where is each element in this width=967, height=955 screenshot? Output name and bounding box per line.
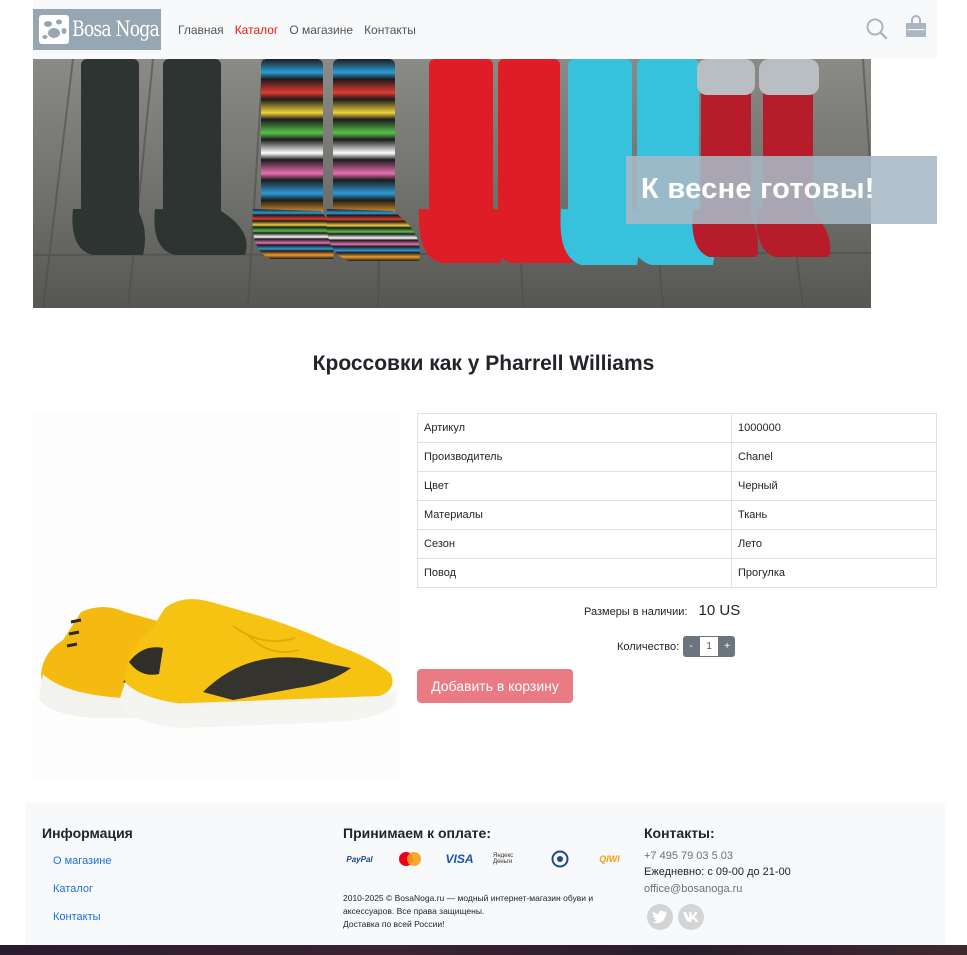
spec-key: Повод [417,558,732,588]
footer-contacts-title: Контакты: [644,825,715,841]
logo-text: Bosa Noga [72,17,160,41]
working-hours: Ежедневно: с 09-00 до 21-00 [644,866,791,878]
email-link[interactable]: office@bosanoga.ru [644,883,742,895]
footer-link-about[interactable]: О магазине [53,855,111,867]
banner-text: К весне готовы! [641,173,875,205]
nav-catalog[interactable]: Каталог [235,23,279,37]
table-row: Повод Прогулка [417,558,937,588]
logo-mark-icon [39,15,69,44]
main-nav: Главная Каталог О магазине Контакты [178,23,416,37]
footer-info-title: Информация [42,825,133,841]
mastercard-logo [393,850,426,868]
site-header: Bosa Noga Главная Каталог О магазине Кон… [33,0,937,59]
twitter-bird-icon [652,910,667,924]
webmoney-icon [551,850,568,868]
nav-contacts[interactable]: Контакты [364,23,416,37]
quantity-label: Количество: [617,640,680,653]
sizes-label: Размеры в наличии: [584,606,688,618]
nav-about[interactable]: О магазине [289,23,353,37]
quantity-input[interactable]: 1 [699,636,720,657]
quantity-row: Количество: - 1 + [617,636,736,657]
quantity-decrease-button[interactable]: - [683,636,700,657]
table-row: Сезон Лето [417,529,937,559]
add-to-cart-button[interactable]: Добавить в корзину [417,669,573,703]
table-row: Артикул 1000000 [417,413,937,443]
product-image [33,412,399,780]
copyright-text: 2010-2025 © BosaNoga.ru — модный интерне… [343,893,594,916]
footer-link-contacts[interactable]: Контакты [53,911,101,923]
spec-key: Производитель [417,442,732,472]
footer-payment-title: Принимаем к оплате: [343,825,491,841]
vk-icon[interactable] [678,904,704,930]
table-row: Материалы Ткань [417,500,937,530]
spec-value: Черный [731,471,937,501]
spec-value: Ткань [731,500,937,530]
vk-logo-icon [683,912,699,922]
size-option[interactable]: 10 US [699,602,741,619]
delivery-text: Доставка по всей России! [343,919,445,929]
mastercard-icon [398,852,421,866]
twitter-icon[interactable] [647,904,673,930]
site-footer: Информация О магазине Каталог Контакты П… [25,803,945,945]
spec-value: Лето [731,529,937,559]
sizes-row: Размеры в наличии: 10 US [584,602,740,619]
spec-key: Цвет [417,471,732,501]
search-icon[interactable] [866,18,888,40]
visa-logo: VISA [445,852,474,866]
spec-key: Артикул [417,413,732,443]
logo[interactable]: Bosa Noga [33,9,161,50]
product-title: Кроссовки как у Pharrell Williams [312,352,655,375]
yandex-money-logo: Яндекс Деньги [493,853,514,865]
specs-table: Артикул 1000000 Производитель Chanel Цве… [417,413,937,588]
spec-key: Материалы [417,500,732,530]
quantity-increase-button[interactable]: + [719,636,736,657]
paypal-logo: PayPal [346,854,373,864]
spec-value: Прогулка [731,558,937,588]
copyright: 2010-2025 © BosaNoga.ru — модный интерне… [343,892,623,931]
spec-value: 1000000 [731,413,937,443]
table-row: Производитель Chanel [417,442,937,472]
spec-value: Chanel [731,442,937,472]
shopping-bag-icon[interactable] [905,15,927,39]
sneakers-image [39,599,397,728]
nav-home[interactable]: Главная [178,23,224,37]
footer-link-catalog[interactable]: Каталог [53,883,93,895]
bottom-strip [0,945,967,955]
payment-methods: PayPal VISA Яндекс Деньги QIWI [343,850,626,868]
quantity-stepper: - 1 + [683,636,736,657]
webmoney-logo [543,850,576,868]
table-row: Цвет Черный [417,471,937,501]
phone-link[interactable]: +7 495 79 03 5 03 [644,850,733,862]
spec-key: Сезон [417,529,732,559]
qiwi-logo: QIWI [599,854,620,864]
